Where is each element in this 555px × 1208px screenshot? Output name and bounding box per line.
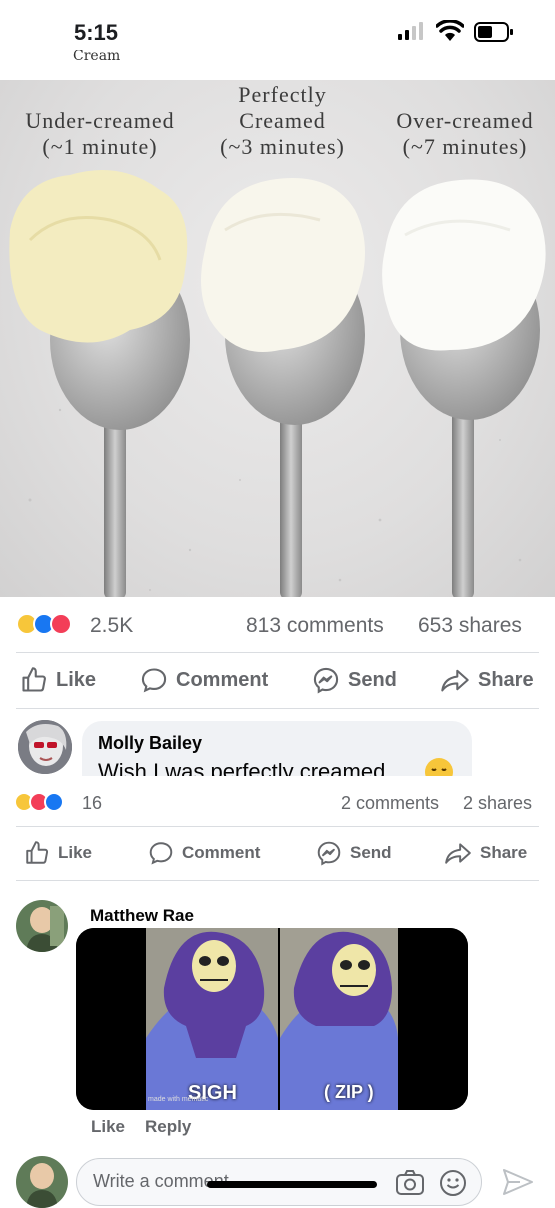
comment-thread-view: 16 2 comments 2 shares Like Comment Send: [0, 776, 555, 1208]
composer-avatar[interactable]: [16, 1156, 68, 1208]
comment-action-bar: Like Comment Send Share: [0, 830, 555, 880]
shares-count[interactable]: 2 shares: [463, 793, 532, 814]
comment-input[interactable]: Write a comment...: [76, 1158, 482, 1206]
share-label: Share: [480, 843, 528, 862]
profile-photo-icon: [16, 900, 68, 952]
strikethrough-bar: [207, 1181, 377, 1188]
disappointed-emoji-icon: [425, 758, 453, 776]
messenger-icon: [317, 841, 341, 866]
label-over-creamed: Over-creamed (~7 minutes): [396, 108, 534, 159]
cellular-signal-icon: [398, 22, 423, 40]
comment-molly-bailey: Molly Bailey Wish I was perfectly creame…: [0, 716, 555, 776]
reaction-count[interactable]: 16: [82, 793, 102, 814]
reaction-icons[interactable]: [14, 792, 64, 812]
post-image[interactable]: Under-creamed (~1 minute) Perfectly Crea…: [0, 80, 555, 597]
comment-author[interactable]: Molly Bailey: [98, 733, 202, 754]
avatar[interactable]: [18, 720, 72, 774]
profile-photo-icon: [16, 1156, 68, 1208]
label-perfectly-creamed: Perfectly Creamed (~3 minutes): [220, 82, 345, 159]
post-stats: 2.5K 813 comments 653 shares: [0, 604, 555, 648]
like-reaction-icon: [44, 792, 64, 812]
reaction-count[interactable]: 2.5K: [90, 614, 133, 638]
share-arrow-icon: [441, 669, 469, 692]
messenger-icon: [313, 667, 339, 694]
thumbs-up-icon: [22, 667, 46, 692]
label-under-creamed: Under-creamed (~1 minute): [25, 108, 175, 159]
comment-button[interactable]: Comment: [140, 666, 268, 694]
avatar[interactable]: [16, 900, 68, 952]
meme-caption-right: ( ZIP ): [324, 1082, 374, 1102]
comment-bubble-icon: [141, 668, 167, 693]
status-bar: 5:15: [0, 0, 555, 50]
send-label: Send: [348, 668, 397, 691]
love-reaction-icon: [50, 613, 72, 635]
send-arrow-icon[interactable]: [502, 1167, 534, 1197]
send-label: Send: [350, 843, 392, 862]
status-time: 5:15: [74, 20, 119, 45]
share-arrow-icon: [445, 843, 471, 864]
send-button[interactable]: Send: [316, 840, 392, 866]
shares-count[interactable]: 653 shares: [418, 614, 522, 638]
share-button[interactable]: Share: [444, 840, 527, 866]
post-action-bar: Like Comment Send Share: [0, 655, 555, 705]
meme-image[interactable]: SIGH ( ZIP ) made with mematic: [76, 928, 468, 1110]
send-button[interactable]: Send: [312, 666, 397, 694]
divider: [16, 652, 539, 653]
battery-icon: [474, 22, 513, 42]
divider: [16, 826, 539, 827]
comment-bubble[interactable]: Molly Bailey Wish I was perfectly creame…: [82, 721, 472, 776]
thumbs-up-icon: [26, 841, 49, 864]
like-label: Like: [56, 668, 97, 691]
meme-watermark: made with mematic: [148, 1096, 209, 1103]
comment-button[interactable]: Comment: [148, 840, 260, 866]
comment-label: Comment: [182, 843, 261, 862]
emoji-icon[interactable]: [439, 1169, 467, 1197]
like-button[interactable]: Like: [24, 840, 92, 866]
share-button[interactable]: Share: [440, 666, 534, 694]
reply-author[interactable]: Matthew Rae: [90, 906, 194, 926]
like-label: Like: [58, 843, 93, 862]
reply-like-link[interactable]: Like: [91, 1117, 125, 1137]
reaction-icons[interactable]: [16, 613, 72, 635]
comments-count[interactable]: 813 comments: [246, 614, 384, 638]
partial-post-text: Cream: [73, 50, 121, 62]
comment-text: Wish I was perfectly creamed: [98, 759, 386, 776]
wifi-icon: [436, 20, 464, 41]
comment-bubble-icon: [149, 842, 173, 865]
camera-icon[interactable]: [395, 1169, 425, 1197]
skeletor-meme-icon: [76, 928, 468, 1110]
divider: [16, 880, 539, 881]
share-label: Share: [478, 668, 534, 691]
comments-count[interactable]: 2 comments: [341, 793, 439, 814]
like-button[interactable]: Like: [20, 666, 96, 694]
profile-photo-icon: [18, 720, 72, 774]
comment-label: Comment: [176, 668, 269, 691]
divider: [16, 708, 539, 709]
reply-reply-link[interactable]: Reply: [145, 1117, 191, 1137]
